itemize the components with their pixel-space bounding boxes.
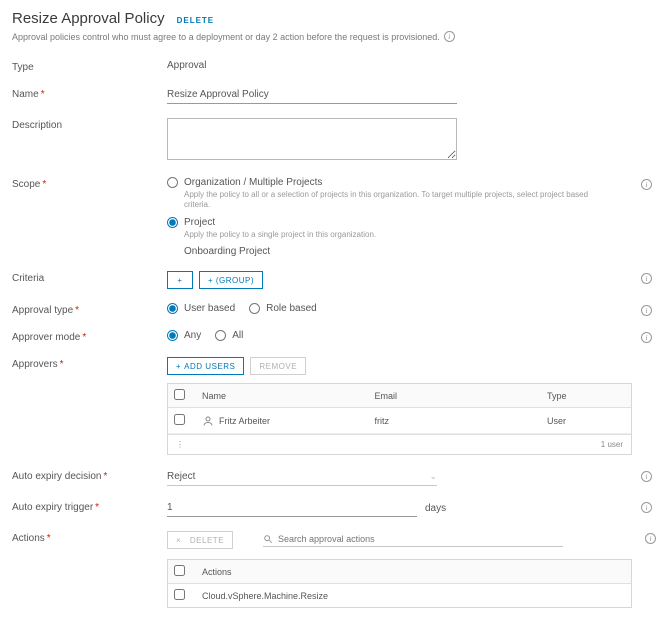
auto-expiry-decision-label: Auto expiry decision (12, 471, 102, 482)
approver-email: fritz (369, 416, 542, 426)
required-marker: * (104, 471, 108, 482)
description-textarea[interactable] (167, 118, 457, 160)
approvers-table: Name Email Type Fritz Arbeiter fritz Use… (167, 383, 632, 455)
action-name: Cloud.vSphere.Machine.Resize (196, 591, 631, 601)
criteria-add-group-button[interactable]: + (GROUP) (199, 271, 263, 289)
approver-mode-any-label: Any (184, 330, 201, 341)
auto-expiry-trigger-label: Auto expiry trigger (12, 502, 93, 513)
info-icon[interactable]: i (641, 502, 652, 513)
info-icon[interactable]: i (645, 533, 656, 544)
table-row: Fritz Arbeiter fritz User (168, 408, 631, 434)
delete-action-button[interactable]: × DELETE (167, 531, 233, 549)
page-title: Resize Approval Policy (12, 10, 165, 27)
required-marker: * (42, 179, 46, 190)
chevron-down-icon: ⌄ (429, 471, 437, 482)
days-unit: days (425, 503, 446, 517)
required-marker: * (75, 305, 79, 316)
approver-row-checkbox[interactable] (174, 414, 185, 425)
type-value: Approval (167, 60, 206, 71)
col-name: Name (196, 391, 369, 401)
delete-policy-link[interactable]: DELETE (177, 16, 215, 25)
select-all-approvers-checkbox[interactable] (174, 389, 185, 400)
actions-table: Actions Cloud.vSphere.Machine.Resize (167, 559, 632, 608)
add-users-button[interactable]: +ADD USERS (167, 357, 244, 375)
description-label: Description (12, 118, 167, 131)
info-icon[interactable]: i (641, 471, 652, 482)
auto-expiry-decision-select[interactable]: Reject ⌄ (167, 469, 437, 486)
name-input[interactable] (167, 87, 457, 104)
scope-org-radio[interactable] (167, 177, 178, 188)
add-users-label: ADD USERS (184, 362, 235, 371)
delete-action-label: DELETE (190, 536, 224, 545)
table-footer-left: ⋮ (176, 440, 184, 449)
selected-project: Onboarding Project (184, 246, 628, 257)
criteria-add-button[interactable]: + (167, 271, 193, 289)
page-subtitle: Approval policies control who must agree… (12, 32, 440, 42)
scope-project-radio[interactable] (167, 217, 178, 228)
approver-name: Fritz Arbeiter (219, 416, 270, 426)
actions-search-input[interactable] (278, 534, 563, 544)
required-marker: * (95, 502, 99, 513)
required-marker: * (60, 359, 64, 370)
info-icon[interactable]: i (444, 31, 455, 42)
col-actions: Actions (196, 567, 631, 577)
approver-type: User (541, 416, 631, 426)
approver-mode-all-radio[interactable] (215, 330, 226, 341)
required-marker: * (41, 89, 45, 100)
auto-expiry-trigger-input[interactable] (167, 500, 417, 517)
scope-org-label: Organization / Multiple Projects (184, 177, 322, 188)
scope-org-hint: Apply the policy to all or a selection o… (184, 190, 604, 211)
approver-mode-all-label: All (232, 330, 243, 341)
approval-type-role-radio[interactable] (249, 303, 260, 314)
scope-label: Scope (12, 179, 40, 190)
action-row-checkbox[interactable] (174, 589, 185, 600)
required-marker: * (47, 533, 51, 544)
info-icon[interactable]: i (641, 305, 652, 316)
close-icon: × (176, 536, 181, 545)
approver-mode-any-radio[interactable] (167, 330, 178, 341)
approvers-label: Approvers (12, 359, 58, 370)
search-icon (263, 534, 273, 544)
info-icon[interactable]: i (641, 273, 652, 284)
select-all-actions-checkbox[interactable] (174, 565, 185, 576)
type-label: Type (12, 60, 167, 73)
table-row: Cloud.vSphere.Machine.Resize (168, 584, 631, 607)
col-email: Email (369, 391, 542, 401)
approval-type-user-radio[interactable] (167, 303, 178, 314)
scope-project-hint: Apply the policy to a single project in … (184, 230, 604, 240)
auto-expiry-decision-value: Reject (167, 471, 195, 482)
scope-project-label: Project (184, 217, 215, 228)
required-marker: * (82, 332, 86, 343)
actions-label: Actions (12, 533, 45, 544)
info-icon[interactable]: i (641, 332, 652, 343)
plus-icon: + (176, 362, 181, 371)
approvers-count: 1 user (601, 440, 623, 449)
approver-mode-label: Approver mode (12, 332, 80, 343)
approval-type-role-label: Role based (266, 303, 317, 314)
user-icon (202, 415, 214, 427)
col-type: Type (541, 391, 631, 401)
info-icon[interactable]: i (641, 179, 652, 190)
approval-type-user-label: User based (184, 303, 235, 314)
name-label: Name (12, 89, 39, 100)
approval-type-label: Approval type (12, 305, 73, 316)
criteria-label: Criteria (12, 271, 167, 284)
remove-users-button[interactable]: REMOVE (250, 357, 306, 375)
